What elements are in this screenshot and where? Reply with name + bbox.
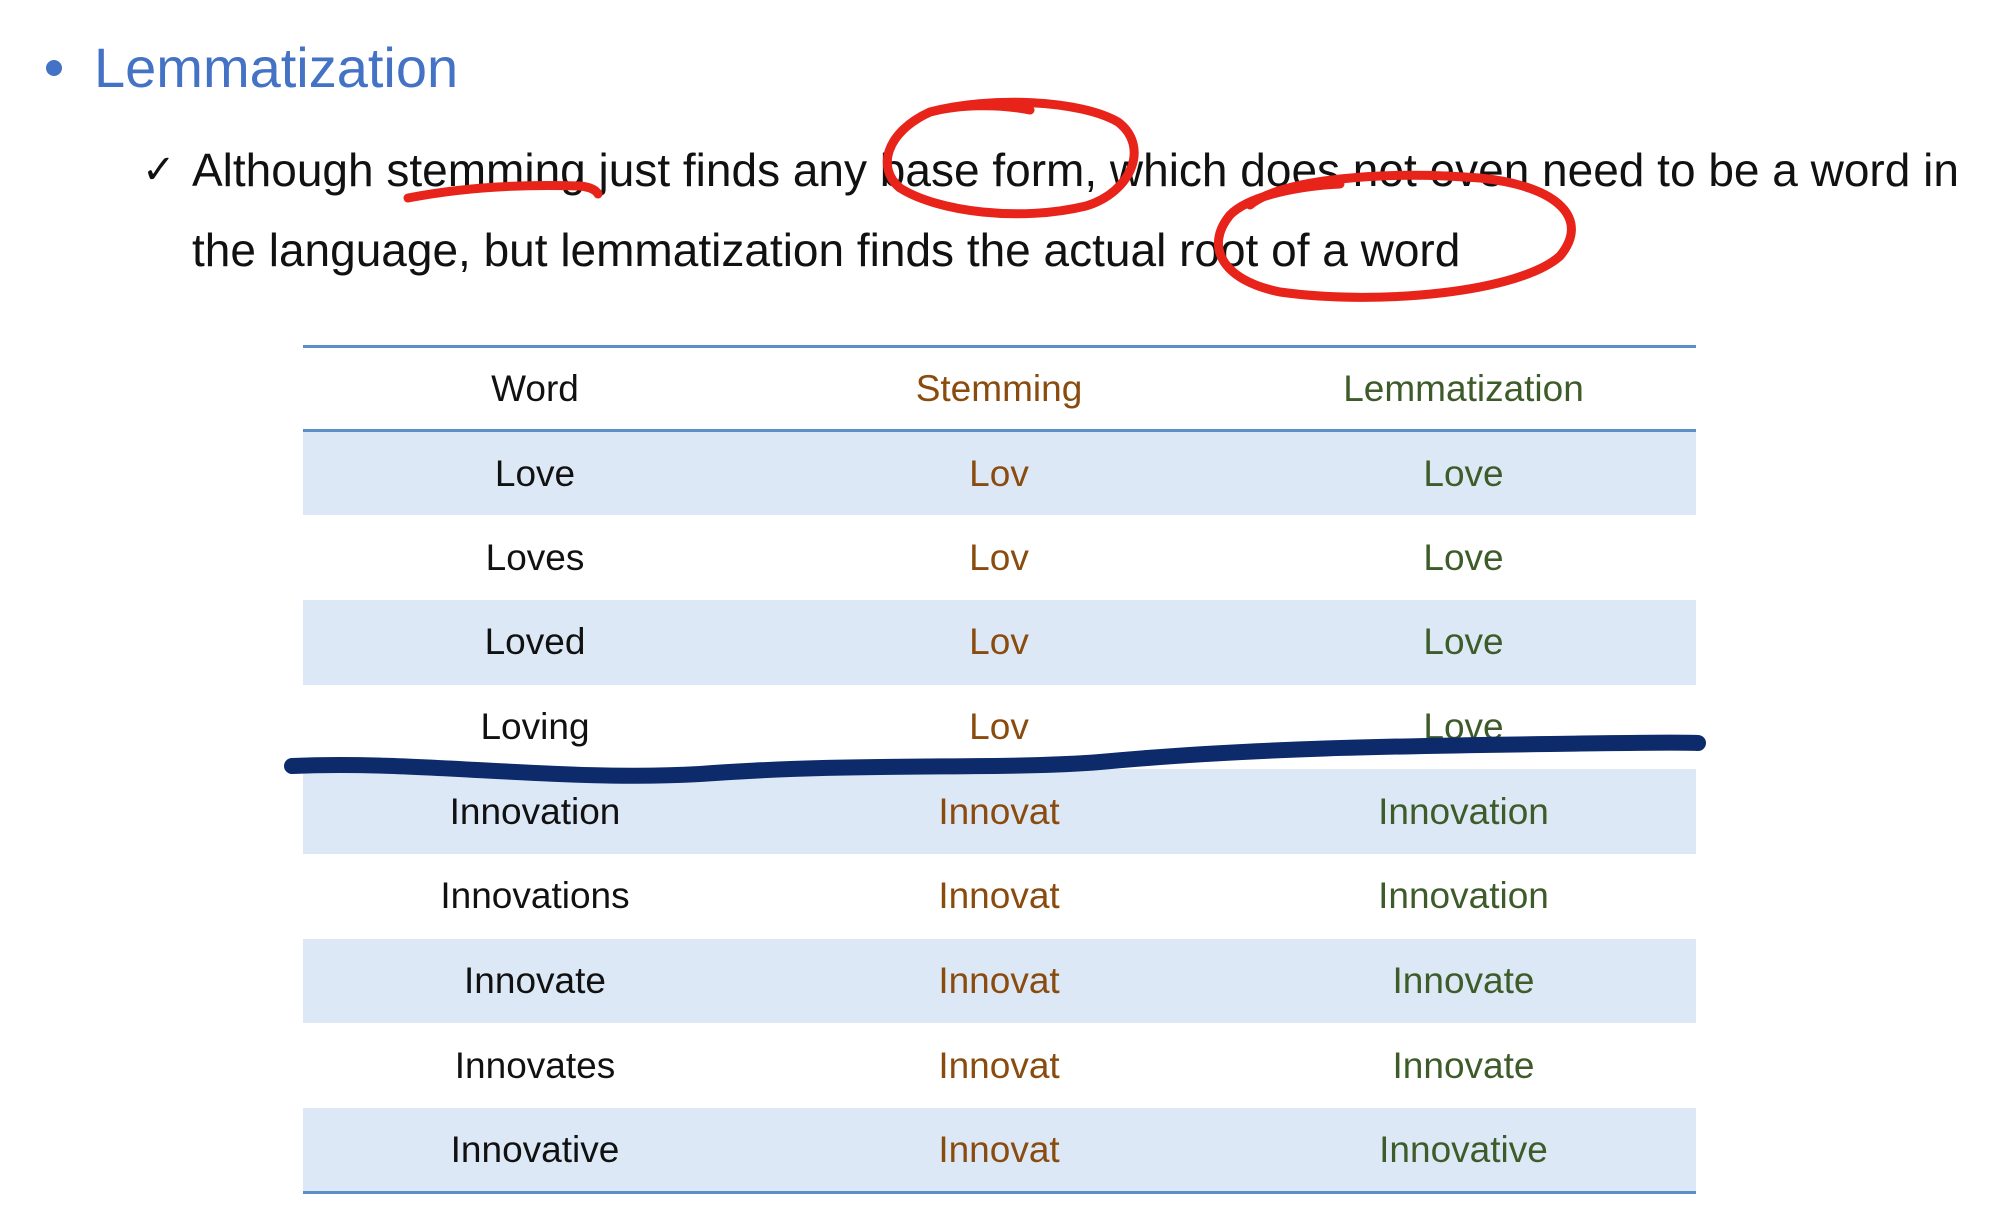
cell-stem: Innovat bbox=[938, 1044, 1060, 1086]
cell-lemma: Innovate bbox=[1392, 1044, 1535, 1086]
comparison-table: Word Stemming Lemmatization Love Lov Lov… bbox=[303, 345, 1696, 1194]
table-row: Innovations Innovat Innovation bbox=[303, 854, 1696, 939]
cell-lemma: Love bbox=[1423, 705, 1504, 747]
checkmark-icon: ✓ bbox=[142, 147, 176, 193]
cell-word: Loves bbox=[485, 536, 585, 578]
cell-lemma: Innovation bbox=[1378, 790, 1549, 832]
table-row: Love Lov Love bbox=[303, 430, 1696, 516]
cell-stem: Innovat bbox=[938, 790, 1060, 832]
cell-lemma: Love bbox=[1423, 536, 1504, 578]
bullet-icon bbox=[46, 60, 62, 76]
table-row: Loving Lov Love bbox=[303, 685, 1696, 770]
table-row: Innovates Innovat Innovate bbox=[303, 1023, 1696, 1108]
cell-word: Love bbox=[494, 452, 576, 494]
cell-word: Innovation bbox=[449, 790, 621, 832]
cell-stem: Innovat bbox=[938, 959, 1060, 1001]
table-row: Loves Lov Love bbox=[303, 515, 1696, 600]
cell-lemma: Love bbox=[1423, 621, 1504, 663]
header-lemmatization: Lemmatization bbox=[1343, 367, 1584, 409]
cell-lemma: Innovation bbox=[1378, 875, 1549, 917]
cell-word: Loving bbox=[480, 705, 590, 747]
cell-stem: Lov bbox=[969, 536, 1029, 578]
cell-word: Innovations bbox=[440, 875, 630, 917]
table-row: Innovative Innovat Innovative bbox=[303, 1108, 1696, 1193]
cell-word: Innovate bbox=[464, 959, 606, 1001]
header-stemming: Stemming bbox=[915, 367, 1083, 409]
heading-title: Lemmatization bbox=[94, 36, 459, 99]
cell-lemma: Innovate bbox=[1392, 959, 1535, 1001]
table-row: Innovate Innovat Innovate bbox=[303, 938, 1696, 1024]
cell-stem: Lov bbox=[969, 621, 1029, 663]
table-header-row: Word Stemming Lemmatization bbox=[303, 346, 1696, 431]
slide: Lemmatization ✓ Although stemming just f… bbox=[0, 0, 2000, 1225]
cell-word: Innovates bbox=[454, 1044, 616, 1086]
point-text: Although stemming just finds any base fo… bbox=[192, 144, 1959, 276]
cell-word: Loved bbox=[484, 621, 586, 663]
header-word: Word bbox=[491, 367, 579, 409]
cell-stem: Lov bbox=[969, 705, 1029, 747]
comparison-table-container: Word Stemming Lemmatization Love Lov Lov… bbox=[303, 345, 1696, 1194]
slide-heading: Lemmatization bbox=[46, 30, 458, 106]
cell-lemma: Love bbox=[1423, 452, 1504, 494]
cell-stem: Innovat bbox=[938, 875, 1060, 917]
cell-word: Innovative bbox=[450, 1128, 620, 1170]
cell-lemma: Innovative bbox=[1379, 1128, 1548, 1170]
cell-stem: Lov bbox=[969, 452, 1029, 494]
table-row: Innovation Innovat Innovation bbox=[303, 769, 1696, 854]
table-row: Loved Lov Love bbox=[303, 599, 1696, 685]
cell-stem: Innovat bbox=[938, 1128, 1060, 1170]
